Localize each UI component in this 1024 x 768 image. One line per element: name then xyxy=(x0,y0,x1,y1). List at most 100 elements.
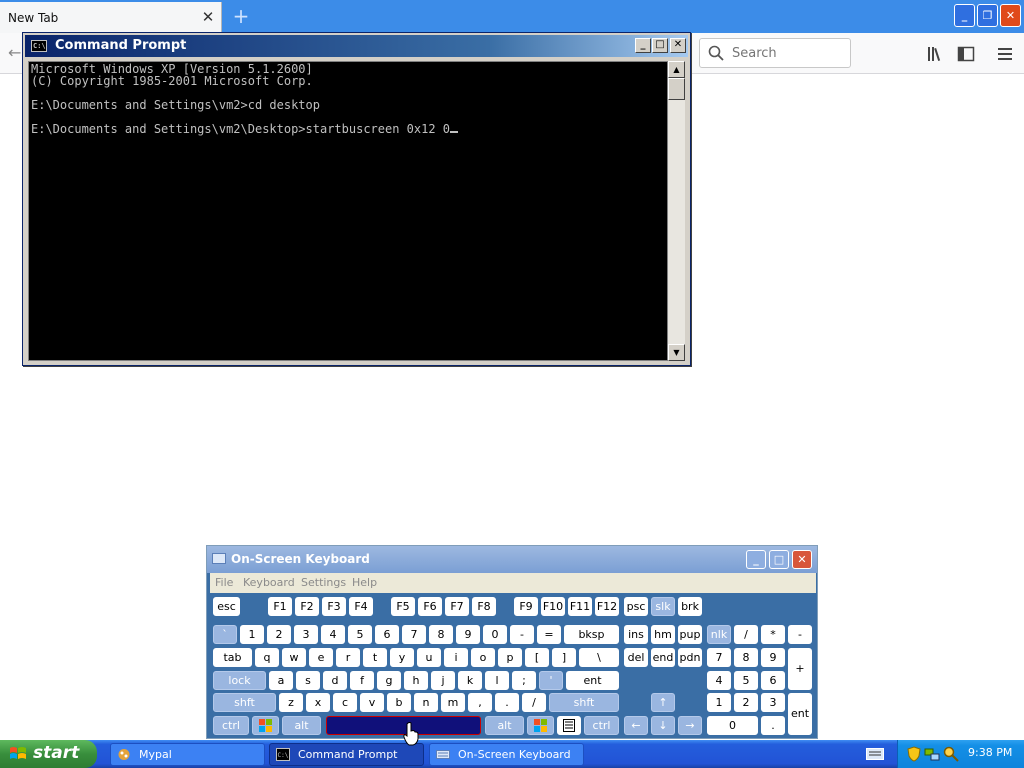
language-bar-icon[interactable] xyxy=(866,748,884,760)
key-u[interactable]: u xyxy=(417,648,441,667)
cmd-console[interactable]: Microsoft Windows XP [Version 5.1.2600] … xyxy=(28,61,668,361)
key-f9[interactable]: F9 xyxy=(514,597,538,616)
taskbar-item-mypal[interactable]: Mypal xyxy=(110,743,265,766)
key-left-windows[interactable] xyxy=(252,716,279,735)
browser-close-button[interactable]: ✕ xyxy=(1000,4,1021,27)
magnifier-icon[interactable] xyxy=(943,746,959,762)
key-caps-lock[interactable]: lock xyxy=(213,671,266,690)
key-right-bracket[interactable]: ] xyxy=(552,648,576,667)
search-box[interactable] xyxy=(699,38,851,68)
key-r[interactable]: r xyxy=(336,648,360,667)
key-right-ctrl[interactable]: ctrl xyxy=(584,716,619,735)
network-icon[interactable] xyxy=(924,746,940,762)
browser-restore-button[interactable]: ❐ xyxy=(977,4,998,27)
key-left-shift[interactable]: shft xyxy=(213,693,276,712)
key-x[interactable]: x xyxy=(306,693,330,712)
key-brk[interactable]: brk xyxy=(678,597,702,616)
library-icon[interactable] xyxy=(926,45,944,63)
key-i[interactable]: i xyxy=(444,648,468,667)
key-3[interactable]: 3 xyxy=(294,625,318,644)
key-p[interactable]: p xyxy=(498,648,522,667)
key-right-windows[interactable] xyxy=(527,716,554,735)
key-np-dot[interactable]: . xyxy=(761,716,785,735)
key-n[interactable]: n xyxy=(414,693,438,712)
key-right-alt[interactable]: alt xyxy=(485,716,524,735)
key-np-1[interactable]: 1 xyxy=(707,693,731,712)
key-backslash[interactable]: \ xyxy=(579,648,619,667)
key-left-ctrl[interactable]: ctrl xyxy=(213,716,249,735)
key-9[interactable]: 9 xyxy=(456,625,480,644)
menu-keyboard[interactable]: Keyboard xyxy=(243,576,295,589)
key-t[interactable]: t xyxy=(363,648,387,667)
key-equals[interactable]: = xyxy=(537,625,561,644)
key-7[interactable]: 7 xyxy=(402,625,426,644)
key-s[interactable]: s xyxy=(296,671,320,690)
key-g[interactable]: g xyxy=(377,671,401,690)
clock[interactable]: 9:38 PM xyxy=(968,746,1012,759)
start-button[interactable]: start xyxy=(0,740,97,768)
tab-new-tab[interactable]: New Tab ✕ xyxy=(0,2,222,33)
key-semicolon[interactable]: ; xyxy=(512,671,536,690)
key-f1[interactable]: F1 xyxy=(268,597,292,616)
key-np-2[interactable]: 2 xyxy=(734,693,758,712)
key-j[interactable]: j xyxy=(431,671,455,690)
key-np-plus[interactable]: + xyxy=(788,648,812,690)
key-np-4[interactable]: 4 xyxy=(707,671,731,690)
key-down-arrow[interactable]: ↓ xyxy=(651,716,675,735)
cmd-scrollbar[interactable]: ▲ ▼ xyxy=(668,61,685,361)
key-nlk[interactable]: nlk xyxy=(707,625,731,644)
key-np-enter[interactable]: ent xyxy=(788,693,812,735)
key-np-minus[interactable]: - xyxy=(788,625,812,644)
key-esc[interactable]: esc xyxy=(213,597,240,616)
key-z[interactable]: z xyxy=(279,693,303,712)
key-c[interactable]: c xyxy=(333,693,357,712)
key-4[interactable]: 4 xyxy=(321,625,345,644)
key-left-arrow[interactable]: ← xyxy=(624,716,648,735)
key-np-7[interactable]: 7 xyxy=(707,648,731,667)
menu-icon[interactable] xyxy=(996,45,1014,63)
key-f7[interactable]: F7 xyxy=(445,597,469,616)
key-np-slash[interactable]: / xyxy=(734,625,758,644)
security-shield-icon[interactable] xyxy=(906,746,922,762)
key-up-arrow[interactable]: ↑ xyxy=(651,693,675,712)
key-backspace[interactable]: bksp xyxy=(564,625,619,644)
key-f2[interactable]: F2 xyxy=(295,597,319,616)
key-pup[interactable]: pup xyxy=(678,625,702,644)
menu-settings[interactable]: Settings xyxy=(301,576,346,589)
scroll-thumb[interactable] xyxy=(668,78,685,100)
key-context-menu[interactable] xyxy=(557,716,581,735)
key-np-0[interactable]: 0 xyxy=(707,716,758,735)
key-5[interactable]: 5 xyxy=(348,625,372,644)
key-0[interactable]: 0 xyxy=(483,625,507,644)
cmd-minimize-button[interactable]: _ xyxy=(635,38,651,53)
key-slk[interactable]: slk xyxy=(651,597,675,616)
osk-maximize-button[interactable]: □ xyxy=(769,550,789,569)
key-o[interactable]: o xyxy=(471,648,495,667)
key-quote[interactable]: ' xyxy=(539,671,563,690)
key-right-arrow[interactable]: → xyxy=(678,716,702,735)
key-q[interactable]: q xyxy=(255,648,279,667)
key-f10[interactable]: F10 xyxy=(541,597,565,616)
key-y[interactable]: y xyxy=(390,648,414,667)
cmd-titlebar[interactable]: C:\ Command Prompt _ □ ✕ xyxy=(25,35,688,57)
tab-close-button[interactable]: ✕ xyxy=(199,7,217,27)
key-enter[interactable]: ent xyxy=(566,671,619,690)
key-l[interactable]: l xyxy=(485,671,509,690)
key-pdn[interactable]: pdn xyxy=(678,648,702,667)
key-f5[interactable]: F5 xyxy=(391,597,415,616)
key-f4[interactable]: F4 xyxy=(349,597,373,616)
key-right-shift[interactable]: shft xyxy=(549,693,619,712)
key-psc[interactable]: psc xyxy=(624,597,648,616)
taskbar-item-command-prompt[interactable]: C:\ Command Prompt xyxy=(269,743,424,766)
key-left-alt[interactable]: alt xyxy=(282,716,321,735)
key-hm[interactable]: hm xyxy=(651,625,675,644)
key-f6[interactable]: F6 xyxy=(418,597,442,616)
key-end[interactable]: end xyxy=(651,648,675,667)
key-b[interactable]: b xyxy=(387,693,411,712)
key-1[interactable]: 1 xyxy=(240,625,264,644)
scroll-down-arrow-icon[interactable]: ▼ xyxy=(668,344,685,361)
key-f8[interactable]: F8 xyxy=(472,597,496,616)
key-f12[interactable]: F12 xyxy=(595,597,619,616)
key-tab[interactable]: tab xyxy=(213,648,252,667)
new-tab-button[interactable]: + xyxy=(229,5,253,27)
